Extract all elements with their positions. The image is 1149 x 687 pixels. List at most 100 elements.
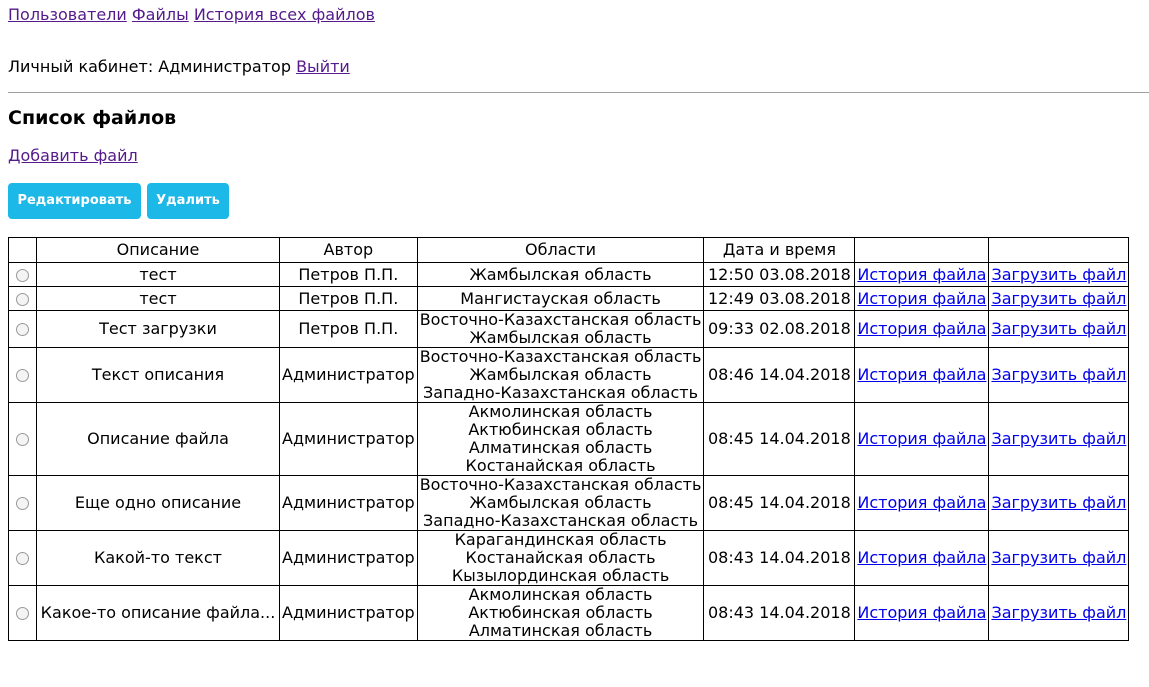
region-item: Жамбылская область bbox=[469, 365, 652, 384]
table-body: тест Петров П.П. Жамбылская область 12:50 0… bbox=[8, 262, 1130, 641]
row-author: Петров П.П. bbox=[279, 310, 418, 348]
row-author: Администратор bbox=[279, 402, 418, 476]
region-item: Костанайская область bbox=[465, 548, 656, 567]
header-select bbox=[8, 237, 37, 263]
row-upload-cell: Загрузить файл bbox=[988, 530, 1130, 586]
region-item: Мангистауская область bbox=[460, 288, 661, 308]
row-history-cell: История файла bbox=[854, 286, 990, 311]
region-item: Западно-Казахстанская область bbox=[423, 511, 698, 530]
row-description: Какой-то текст bbox=[36, 530, 280, 586]
region-item: Костанайская область bbox=[465, 456, 656, 475]
row-radio[interactable] bbox=[16, 323, 29, 336]
row-author: Петров П.П. bbox=[279, 262, 418, 287]
row-upload-cell: Загрузить файл bbox=[988, 262, 1130, 287]
row-upload-cell: Загрузить файл bbox=[988, 286, 1130, 311]
row-datetime: 08:46 14.04.2018 bbox=[703, 347, 856, 403]
file-history-link[interactable]: История файла bbox=[857, 319, 986, 338]
row-regions: Карагандинская область Костанайская облас… bbox=[416, 530, 705, 586]
table-row: Какой-то текст Администратор Карагандинска… bbox=[8, 530, 1130, 586]
row-upload-cell: Загрузить файл bbox=[988, 402, 1130, 476]
row-datetime: 12:50 03.08.2018 bbox=[703, 262, 856, 287]
row-datetime: 09:33 02.08.2018 bbox=[703, 310, 856, 348]
row-regions: Восточно-Казахстанская область Жамбылская… bbox=[416, 310, 705, 348]
row-datetime: 08:45 14.04.2018 bbox=[703, 402, 856, 476]
row-upload-cell: Загрузить файл bbox=[988, 585, 1130, 641]
region-item: Кызылординская область bbox=[451, 566, 670, 585]
row-regions: Мангистауская область bbox=[416, 286, 705, 311]
nav-history-all-link[interactable]: История всех файлов bbox=[194, 5, 375, 24]
row-description: тест bbox=[36, 286, 280, 311]
row-radio[interactable] bbox=[16, 607, 29, 620]
upload-file-link[interactable]: Загрузить файл bbox=[991, 548, 1126, 567]
table-row: Текст описания Администратор Восточно-Каза… bbox=[8, 347, 1130, 403]
row-upload-cell: Загрузить файл bbox=[988, 310, 1130, 348]
file-history-link[interactable]: История файла bbox=[857, 429, 986, 448]
region-item: Жамбылская область bbox=[469, 264, 652, 284]
row-regions: Восточно-Казахстанская область Жамбылская… bbox=[416, 347, 705, 403]
row-radio[interactable] bbox=[16, 552, 29, 565]
delete-button[interactable]: Удалить bbox=[147, 183, 229, 219]
add-file-link[interactable]: Добавить файл bbox=[8, 146, 138, 165]
page: Пользователи Файлы История всех файлов Л… bbox=[0, 0, 1149, 687]
row-select-cell bbox=[8, 402, 37, 476]
nav-users-link[interactable]: Пользователи bbox=[8, 5, 127, 24]
row-radio[interactable] bbox=[16, 433, 29, 446]
row-select-cell bbox=[8, 585, 37, 641]
file-history-link[interactable]: История файла bbox=[857, 493, 986, 512]
file-history-link[interactable]: История файла bbox=[857, 365, 986, 384]
row-radio[interactable] bbox=[16, 369, 29, 382]
table-row: Описание файла Администратор Акмолинская о… bbox=[8, 402, 1130, 476]
row-datetime: 08:43 14.04.2018 bbox=[703, 530, 856, 586]
upload-file-link[interactable]: Загрузить файл bbox=[991, 265, 1126, 284]
row-description: Текст описания bbox=[36, 347, 280, 403]
region-item: Жамбылская область bbox=[469, 493, 652, 512]
row-radio[interactable] bbox=[16, 497, 29, 510]
table-row: Тест загрузки Петров П.П. Восточно-Казахст… bbox=[8, 310, 1130, 348]
logout-link[interactable]: Выйти bbox=[296, 57, 350, 76]
row-history-cell: История файла bbox=[854, 585, 990, 641]
upload-file-link[interactable]: Загрузить файл bbox=[991, 493, 1126, 512]
divider bbox=[8, 92, 1149, 93]
region-item: Алматинская область bbox=[468, 438, 653, 457]
row-history-cell: История файла bbox=[854, 402, 990, 476]
row-author: Петров П.П. bbox=[279, 286, 418, 311]
nav-files-link[interactable]: Файлы bbox=[132, 5, 189, 24]
file-history-link[interactable]: История файла bbox=[857, 603, 986, 622]
edit-button[interactable]: Редактировать bbox=[8, 183, 141, 219]
upload-file-link[interactable]: Загрузить файл bbox=[991, 365, 1126, 384]
page-title: Список файлов bbox=[8, 107, 177, 129]
row-radio[interactable] bbox=[16, 292, 29, 306]
region-item: Западно-Казахстанская область bbox=[423, 383, 698, 402]
region-item: Актюбинская область bbox=[468, 420, 653, 439]
row-datetime: 12:49 03.08.2018 bbox=[703, 286, 856, 311]
row-author: Администратор bbox=[279, 475, 418, 531]
region-item: Карагандинская область bbox=[454, 530, 667, 549]
row-datetime: 08:45 14.04.2018 bbox=[703, 475, 856, 531]
row-history-cell: История файла bbox=[854, 475, 990, 531]
file-history-link[interactable]: История файла bbox=[857, 265, 986, 284]
region-item: Жамбылская область bbox=[469, 328, 652, 347]
row-select-cell bbox=[8, 530, 37, 586]
row-select-cell bbox=[8, 475, 37, 531]
region-item: Восточно-Казахстанская область bbox=[419, 475, 702, 494]
header-author: Автор bbox=[279, 237, 418, 263]
row-description: Описание файла bbox=[36, 402, 280, 476]
upload-file-link[interactable]: Загрузить файл bbox=[991, 603, 1126, 622]
row-description: Еще одно описание bbox=[36, 475, 280, 531]
file-history-link[interactable]: История файла bbox=[857, 289, 986, 308]
upload-file-link[interactable]: Загрузить файл bbox=[991, 429, 1126, 448]
upload-file-link[interactable]: Загрузить файл bbox=[991, 289, 1126, 308]
row-description: тест bbox=[36, 262, 280, 287]
header-regions: Области bbox=[416, 237, 705, 263]
row-radio[interactable] bbox=[16, 268, 29, 282]
file-history-link[interactable]: История файла bbox=[857, 548, 986, 567]
upload-file-link[interactable]: Загрузить файл bbox=[991, 319, 1126, 338]
region-item: Акмолинская область bbox=[468, 585, 653, 604]
row-history-cell: История файла bbox=[854, 530, 990, 586]
region-item: Алматинская область bbox=[468, 621, 653, 640]
table-row: тест Петров П.П. Жамбылская область 12:50 0… bbox=[8, 262, 1130, 287]
row-select-cell bbox=[8, 347, 37, 403]
region-item: Восточно-Казахстанская область bbox=[419, 347, 702, 366]
top-navigation: Пользователи Файлы История всех файлов bbox=[8, 5, 375, 25]
row-history-cell: История файла bbox=[854, 262, 990, 287]
